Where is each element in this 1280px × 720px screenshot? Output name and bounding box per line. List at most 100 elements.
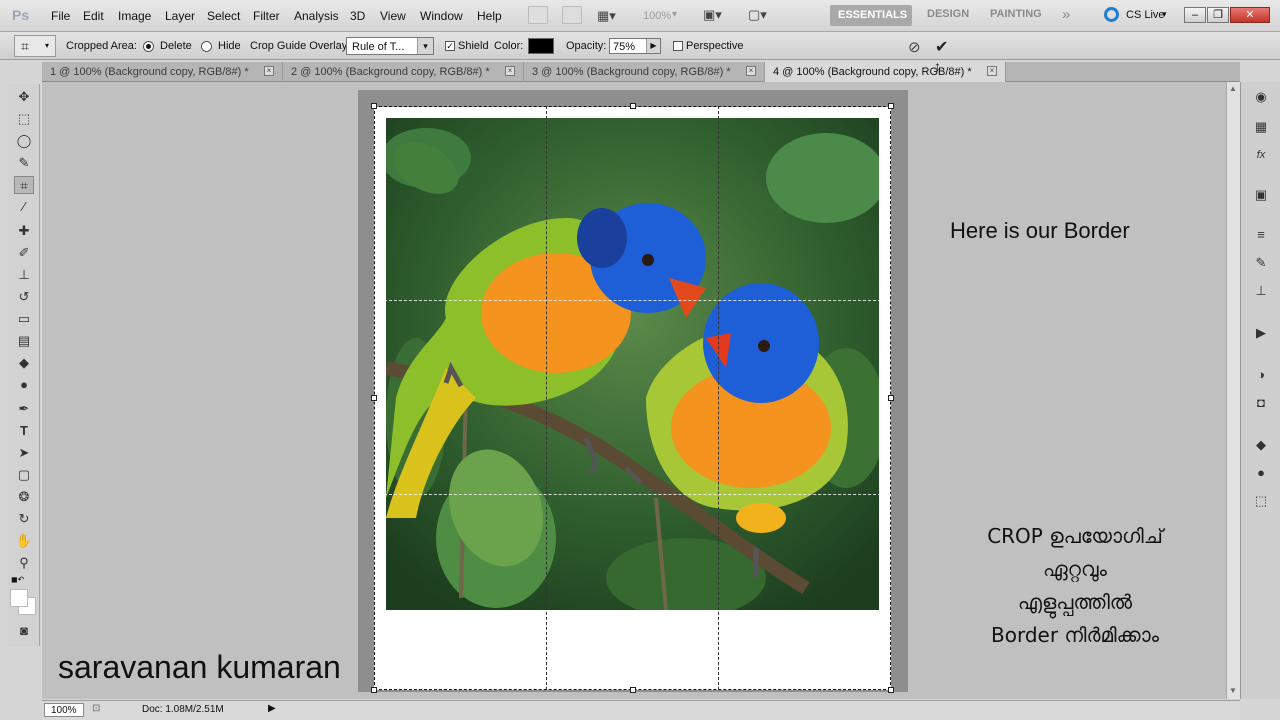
pen-tool-icon[interactable]: ✒ <box>14 400 34 418</box>
metadata-panel-icon[interactable]: ▣ <box>1251 186 1271 204</box>
cs-live-menu[interactable]: CS Live <box>1126 9 1165 21</box>
zoom-field[interactable]: 100% <box>44 703 84 717</box>
quick-selection-tool-icon[interactable]: ✎ <box>14 154 34 172</box>
close-icon[interactable]: × <box>746 66 756 76</box>
menu-window[interactable]: Window <box>420 9 463 23</box>
foreground-color-swatch[interactable] <box>10 589 28 607</box>
crop-handle-top[interactable] <box>630 103 636 109</box>
default-colors-icon[interactable]: ◼↶ <box>11 575 24 584</box>
move-tool-icon[interactable]: ✥ <box>14 88 34 106</box>
mini-bridge-icon[interactable] <box>562 6 582 24</box>
channels-panel-icon[interactable]: ● <box>1251 464 1271 482</box>
menu-layer[interactable]: Layer <box>165 9 195 23</box>
options-bar: ⌗ ▾ Cropped Area: Delete Hide Crop Guide… <box>0 32 1280 60</box>
masks-panel-icon[interactable]: ◘ <box>1251 394 1271 412</box>
tool-preset-picker[interactable]: ⌗ ▾ <box>14 35 56 57</box>
paths-panel-icon[interactable]: ⬚ <box>1251 492 1271 510</box>
status-menu-arrow-icon[interactable]: ▶ <box>268 703 276 714</box>
opacity-field[interactable]: 75% ▶ <box>609 38 661 54</box>
shape-tool-icon[interactable]: ▢ <box>14 466 34 484</box>
menu-help[interactable]: Help <box>477 9 502 23</box>
bridge-icon[interactable] <box>528 6 548 24</box>
history-brush-tool-icon[interactable]: ↺ <box>14 288 34 306</box>
close-window-button[interactable]: ✕ <box>1230 7 1270 23</box>
close-icon[interactable]: × <box>987 66 997 76</box>
chevron-right-icon[interactable]: ▶ <box>646 39 660 53</box>
zoom-level-dropdown[interactable]: 100% <box>643 10 671 22</box>
menu-analysis[interactable]: Analysis <box>294 9 339 23</box>
brush-presets-panel-icon[interactable]: ✎ <box>1251 254 1271 272</box>
menu-filter[interactable]: Filter <box>253 9 280 23</box>
eyedropper-tool-icon[interactable]: ⁄ <box>14 198 34 216</box>
tab-document-3[interactable]: 3 @ 100% (Background copy, RGB/8#) * × <box>524 62 765 82</box>
layer-styles-panel-icon[interactable]: fx <box>1251 146 1271 164</box>
overlay-select[interactable]: Rule of T... ▾ <box>346 37 434 55</box>
workspace-design[interactable]: DESIGN <box>927 8 969 20</box>
3d-orbit-tool-icon[interactable]: ↻ <box>14 510 34 528</box>
paragraph-panel-icon[interactable]: ≡ <box>1251 226 1271 244</box>
crop-tool-icon[interactable]: ⌗ <box>14 176 34 194</box>
crop-handle-right[interactable] <box>888 395 894 401</box>
more-workspaces-icon[interactable]: » <box>1062 6 1070 23</box>
mini-bridge-panel-icon[interactable]: ◉ <box>1251 88 1271 106</box>
hide-radio[interactable] <box>201 41 212 52</box>
adjustments-panel-icon[interactable]: ◑ <box>1251 366 1271 384</box>
menu-edit[interactable]: Edit <box>83 9 104 23</box>
chevron-down-icon: ▾ <box>45 41 50 50</box>
marquee-tool-icon[interactable]: ⬚ <box>14 110 34 128</box>
healing-brush-tool-icon[interactable]: ✚ <box>14 222 34 240</box>
crop-handle-top-right[interactable] <box>888 103 894 109</box>
menu-file[interactable]: File <box>51 9 70 23</box>
tab-document-1[interactable]: 1 @ 100% (Background copy, RGB/8#) * × <box>42 62 283 82</box>
commit-crop-icon[interactable]: ✔ <box>935 37 948 57</box>
lasso-tool-icon[interactable]: ◯ <box>14 132 34 150</box>
layers-panel-icon[interactable]: ◆ <box>1251 436 1271 454</box>
perspective-checkbox[interactable] <box>673 41 683 51</box>
close-icon[interactable]: × <box>505 66 515 76</box>
tab-document-4[interactable]: 4 @ 100% (Background copy, RGB/8#) * × <box>765 62 1006 82</box>
menu-image[interactable]: Image <box>118 9 151 23</box>
3d-rotate-tool-icon[interactable]: ❂ <box>14 488 34 506</box>
hand-tool-icon[interactable]: ✋ <box>14 532 34 550</box>
crop-handle-top-left[interactable] <box>371 103 377 109</box>
dodge-tool-icon[interactable]: ● <box>14 376 34 394</box>
shield-checkbox[interactable]: ✓ <box>445 41 455 51</box>
vertical-scrollbar[interactable]: ▲ ▼ <box>1226 82 1240 699</box>
clone-source-panel-icon[interactable]: ⊥ <box>1251 282 1271 300</box>
history-panel-icon[interactable]: ▦ <box>1251 118 1271 136</box>
close-icon[interactable]: × <box>264 66 274 76</box>
crop-handle-bottom-right[interactable] <box>888 687 894 693</box>
restore-button[interactable]: ❐ <box>1207 7 1229 23</box>
crop-marquee[interactable] <box>374 106 891 690</box>
brush-tool-icon[interactable]: ✐ <box>14 244 34 262</box>
eraser-tool-icon[interactable]: ▭ <box>14 310 34 328</box>
gradient-tool-icon[interactable]: ▤ <box>14 332 34 350</box>
clone-stamp-tool-icon[interactable]: ⊥ <box>14 266 34 284</box>
workspace-painting[interactable]: PAINTING <box>990 8 1042 20</box>
menu-3d[interactable]: 3D <box>350 9 365 23</box>
crop-handle-left[interactable] <box>371 395 377 401</box>
quick-mask-icon[interactable]: ◙ <box>14 622 34 640</box>
delete-radio[interactable] <box>143 41 154 52</box>
view-extras-icon[interactable]: ▦▾ <box>597 8 616 24</box>
scroll-up-icon[interactable]: ▲ <box>1229 84 1237 93</box>
zoom-tool-icon[interactable]: ⚲ <box>14 554 34 572</box>
shield-label: Shield <box>458 40 489 52</box>
minimize-button[interactable]: – <box>1184 7 1206 23</box>
menu-view[interactable]: View <box>380 9 406 23</box>
shield-color-swatch[interactable] <box>528 38 554 54</box>
crop-handle-bottom-left[interactable] <box>371 687 377 693</box>
tab-document-2[interactable]: 2 @ 100% (Background copy, RGB/8#) * × <box>283 62 524 82</box>
path-selection-tool-icon[interactable]: ➤ <box>14 444 34 462</box>
crop-handle-bottom[interactable] <box>630 687 636 693</box>
status-info-icon[interactable]: ⊡ <box>92 703 100 714</box>
arrange-documents-icon[interactable]: ▣▾ <box>703 7 722 23</box>
type-tool-icon[interactable]: T <box>14 422 34 440</box>
cancel-crop-icon[interactable]: ⊘ <box>908 38 921 56</box>
menu-select[interactable]: Select <box>207 9 240 23</box>
workspace-essentials[interactable]: ESSENTIALS <box>830 5 912 26</box>
scroll-down-icon[interactable]: ▼ <box>1229 686 1237 695</box>
blur-tool-icon[interactable]: ◆ <box>14 354 34 372</box>
screen-mode-icon[interactable]: ▢▾ <box>748 7 767 23</box>
actions-panel-icon[interactable]: ▶ <box>1251 324 1271 342</box>
